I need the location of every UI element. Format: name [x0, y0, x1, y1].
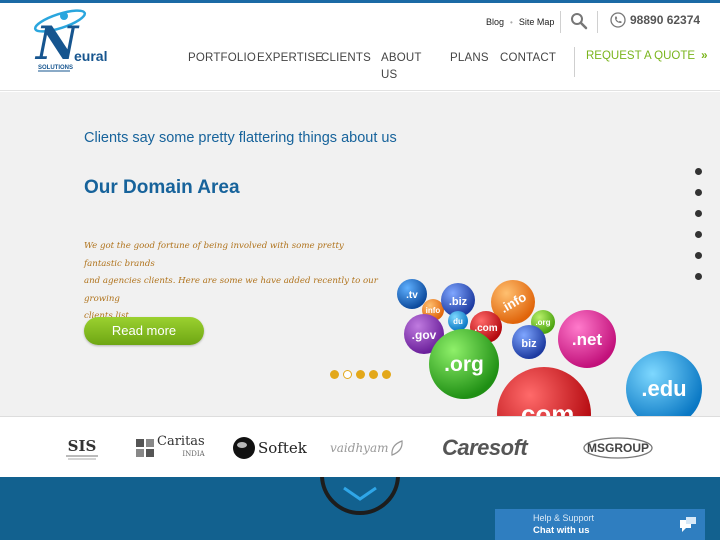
hero-slider: Clients say some pretty flattering thing…: [0, 92, 720, 434]
caritas-sub: INDIA: [182, 450, 205, 458]
svg-text:.org: .org: [444, 353, 484, 376]
utility-divider: [597, 11, 598, 33]
sitemap-link[interactable]: Site Map: [519, 17, 555, 27]
leaf-icon: [390, 440, 403, 456]
domain-balls-illustration: .tv info .biz .info .gov du .com .org bi…: [397, 279, 702, 434]
utility-divider: [560, 11, 561, 33]
hero-description-line: and agencies clients. Here are some we h…: [84, 276, 378, 304]
section-dot[interactable]: [695, 273, 702, 280]
nav-about-line1: ABOUT: [381, 52, 422, 64]
softek-wordmark: Softek: [258, 439, 307, 457]
nav-item-clients[interactable]: CLIENTS: [321, 50, 371, 67]
nav-item-plans[interactable]: PLANS: [450, 50, 489, 67]
svg-text:.gov: .gov: [412, 328, 437, 342]
phone-number[interactable]: 98890 62374: [630, 13, 700, 27]
svg-text:.edu: .edu: [641, 376, 686, 401]
hero-title: Our Domain Area: [84, 177, 240, 198]
nav-item-portfolio[interactable]: PORTFOLIO: [188, 50, 256, 67]
svg-text:.net: .net: [572, 330, 603, 349]
chat-with-us-label: Chat with us: [533, 525, 590, 536]
nav-about-line2: US: [381, 69, 398, 81]
client-logo-caresoft[interactable]: Caresoft: [442, 433, 528, 463]
ball-biz-b: biz: [512, 325, 546, 359]
section-dot[interactable]: [695, 231, 702, 238]
phone-icon: [610, 12, 626, 28]
section-dot[interactable]: [695, 168, 702, 175]
section-dot[interactable]: [695, 210, 702, 217]
client-logos-strip: SIS Caritas INDIA Softek vaidhyam Careso…: [0, 416, 720, 477]
utility-separator-dot: •: [510, 17, 513, 27]
client-logo-msgroup[interactable]: MSGROUP: [580, 433, 656, 463]
sis-logo-mark: SIS: [66, 437, 98, 460]
chevron-down-icon: [343, 486, 377, 501]
msgroup-logo-mark: MSGROUP: [583, 437, 653, 459]
svg-text:.tv: .tv: [406, 290, 418, 301]
hero-description: We got the good fortune of being involve…: [84, 238, 384, 326]
chat-widget[interactable]: Help & Support Chat with us: [495, 509, 705, 540]
slider-dot-active[interactable]: [343, 370, 352, 379]
caritas-name: Caritas: [157, 434, 205, 449]
softek-globe-icon: [233, 437, 255, 459]
nav-item-contact[interactable]: CONTACT: [500, 50, 556, 67]
section-dot[interactable]: [695, 252, 702, 259]
client-logo-caritas[interactable]: Caritas INDIA: [136, 433, 205, 463]
svg-text:MSGROUP: MSGROUP: [587, 441, 649, 455]
double-chevron-right-icon: »: [701, 50, 708, 62]
logo-sub: SOLUTIONS: [38, 65, 73, 71]
caritas-cross-icon: [136, 439, 154, 457]
ball-net: .net: [558, 310, 616, 368]
read-more-button[interactable]: Read more: [84, 317, 204, 345]
blog-link[interactable]: Blog: [486, 17, 504, 27]
scroll-down-button[interactable]: [320, 477, 400, 515]
slider-dot[interactable]: [330, 370, 339, 379]
section-nav-dots: [695, 168, 702, 280]
nav-item-about[interactable]: ABOUT US: [381, 50, 422, 84]
search-icon[interactable]: [570, 12, 588, 30]
ball-du: du: [448, 311, 468, 331]
svg-text:.biz: .biz: [449, 296, 468, 308]
site-header: N eural SOLUTIONS Blog • Site Map 98890 …: [0, 3, 720, 91]
neural-solutions-logo[interactable]: N eural SOLUTIONS: [26, 9, 118, 73]
svg-text:du: du: [453, 317, 463, 326]
section-dot[interactable]: [695, 189, 702, 196]
svg-text:SIS: SIS: [68, 437, 97, 455]
slider-pagination: [330, 370, 391, 379]
client-logo-softek[interactable]: Softek: [232, 433, 307, 463]
vaidhyam-wordmark: vaidhyam: [330, 441, 389, 455]
utility-links: Blog • Site Map: [486, 17, 554, 27]
request-quote-button[interactable]: REQUEST A QUOTE »: [586, 50, 708, 62]
slider-dot[interactable]: [356, 370, 365, 379]
caritas-wordmark: Caritas INDIA: [157, 434, 205, 460]
ball-org: .org: [429, 329, 499, 399]
chat-bubbles-icon: [680, 517, 696, 532]
client-logo-sis[interactable]: SIS: [64, 433, 100, 463]
chat-help-label: Help & Support: [533, 513, 595, 523]
slider-dot[interactable]: [369, 370, 378, 379]
svg-text:.org: .org: [535, 318, 550, 327]
ball-tv: .tv: [397, 279, 427, 309]
svg-text:biz: biz: [521, 338, 537, 350]
svg-text:info: info: [426, 306, 441, 315]
nav-item-expertise[interactable]: EXPERTISE: [257, 50, 323, 67]
hero-description-line: We got the good fortune of being involve…: [84, 241, 344, 269]
request-quote-label: REQUEST A QUOTE: [586, 50, 696, 62]
logo-word: eural: [74, 48, 107, 64]
hero-tagline: Clients say some pretty flattering thing…: [84, 130, 397, 146]
client-logo-vaidhyam[interactable]: vaidhyam: [330, 433, 405, 463]
quote-divider: [574, 47, 575, 77]
slider-dot[interactable]: [382, 370, 391, 379]
